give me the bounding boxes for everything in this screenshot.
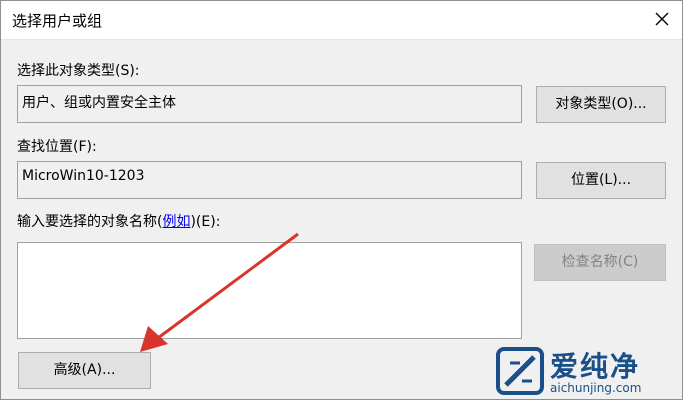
window-title: 选择用户或组 — [12, 12, 103, 30]
watermark-url: aichunjing.com — [550, 381, 642, 395]
object-names-label-prefix: 输入要选择的对象名称( — [17, 214, 163, 230]
object-type-field: 用户、组或内置安全主体 — [17, 85, 522, 123]
aichunjing-logo-icon — [496, 347, 544, 395]
examples-link[interactable]: 例如 — [162, 214, 190, 230]
object-type-label: 选择此对象类型(S): — [17, 63, 140, 79]
select-users-or-groups-dialog: 选择用户或组 选择此对象类型(S): 用户、组或内置安全主体 对象类型(O)..… — [0, 0, 683, 400]
object-types-button[interactable]: 对象类型(O)... — [536, 86, 666, 123]
check-names-button[interactable]: 检查名称(C) — [534, 244, 666, 281]
watermark: 爱纯净 aichunjing.com — [490, 345, 683, 400]
advanced-button[interactable]: 高级(A)... — [18, 352, 151, 389]
object-names-label-suffix: )(E): — [190, 214, 221, 230]
object-names-input[interactable] — [17, 242, 522, 339]
title-bar: 选择用户或组 — [1, 1, 682, 40]
location-label: 查找位置(F): — [17, 139, 97, 155]
watermark-title: 爱纯净 — [550, 350, 641, 383]
object-names-label: 输入要选择的对象名称(例如)(E): — [17, 211, 220, 231]
close-button[interactable] — [643, 1, 681, 39]
location-field: MicroWin10-1203 — [17, 161, 522, 199]
locations-button[interactable]: 位置(L)... — [536, 162, 666, 199]
close-icon — [655, 12, 669, 26]
